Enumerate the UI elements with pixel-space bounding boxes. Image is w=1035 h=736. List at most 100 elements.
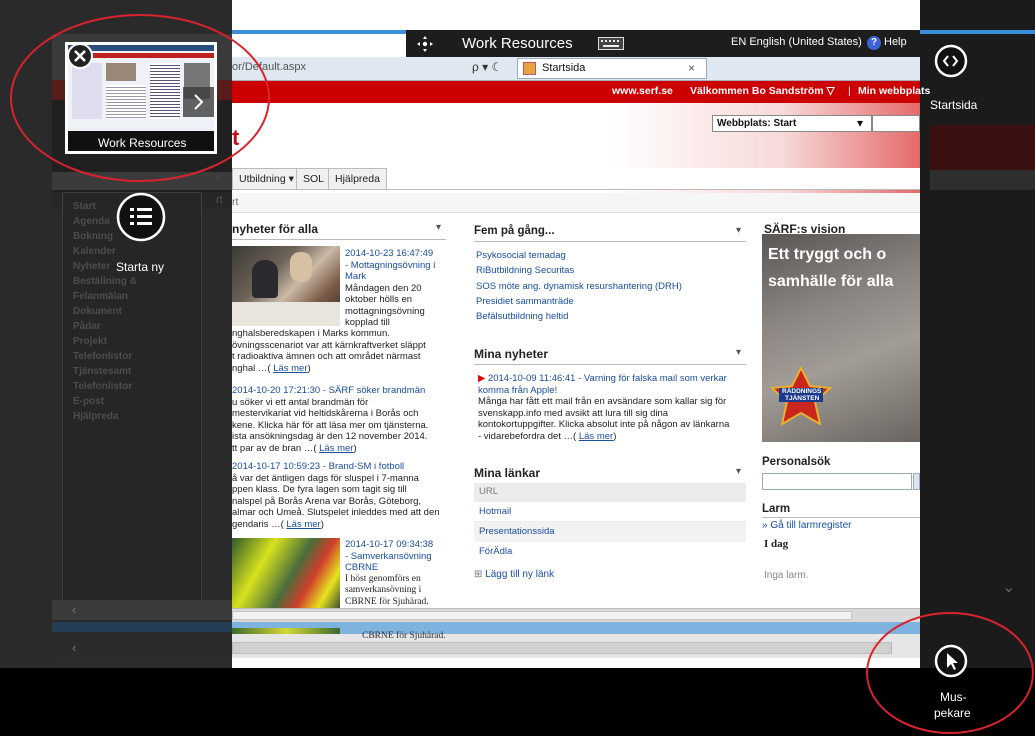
separator: | bbox=[848, 85, 851, 97]
news-item-4-link[interactable]: 2014-10-17 09:34:38- Samverkansövning CBR… bbox=[345, 539, 449, 574]
welcome-menu[interactable]: Välkommen Bo Sandström ▽ bbox=[690, 85, 835, 97]
annotation-ring-bottom-right bbox=[866, 612, 1034, 734]
nav-tab-sol[interactable]: SOL bbox=[296, 168, 332, 190]
larm-title: Larm bbox=[762, 503, 920, 518]
fem-header: Fem på gång... ▾ bbox=[474, 222, 746, 242]
list-icon[interactable] bbox=[116, 192, 166, 242]
remote-bar-right: EN English (United States) ? Help bbox=[634, 30, 920, 57]
search-dropdown-icon[interactable]: ρ ▾ ☾ bbox=[472, 60, 502, 74]
fem-link-1[interactable]: Psykosocial temadag bbox=[476, 248, 746, 263]
news-photo-1 bbox=[232, 246, 340, 326]
flag-icon: ▶ bbox=[478, 373, 486, 384]
news-item-1-cont: nghalsberedskapen i Marks kommun. övnings… bbox=[232, 328, 426, 374]
fem-list: Psykosocial temadag RiButbildning Securi… bbox=[476, 248, 746, 324]
larm-register-link[interactable]: » Gå till larmregister bbox=[762, 520, 851, 531]
news-item-2-link[interactable]: 2014-10-20 17:21:30 - SÄRF söker brandmä… bbox=[232, 385, 446, 397]
person-search-title: Personalsök bbox=[762, 456, 831, 468]
read-more-link-1[interactable]: Läs mer bbox=[273, 363, 307, 374]
mina-nyheter-menu-icon[interactable]: ▾ bbox=[736, 347, 741, 358]
raddningstjansten-logo: RÄDDNINGS TJÄNSTEN bbox=[770, 366, 832, 428]
mina-lankar-title: Mina länkar bbox=[474, 466, 541, 480]
breadcrumb-row: rt bbox=[232, 193, 920, 213]
top-nav: ▾ Utbildning ▾ SOL Hjälpreda bbox=[216, 168, 920, 190]
annotation-ring-top-left bbox=[10, 14, 270, 182]
bg-scroll-left-icon-2[interactable]: ‹ bbox=[72, 640, 76, 655]
vision-line-2: samhälle för alla bbox=[768, 273, 894, 290]
mina-nyheter-item: ▶ 2014-10-09 11:46:41 - Varning för fals… bbox=[478, 373, 748, 443]
fem-menu-icon[interactable]: ▾ bbox=[736, 225, 741, 236]
remote-bar: Work Resources bbox=[406, 30, 634, 57]
fem-link-5[interactable]: Befälsutbildning heltid bbox=[476, 309, 746, 324]
bg-scroll-left-icon[interactable]: ‹ bbox=[72, 602, 76, 617]
news-item-1-link[interactable]: 2014-10-23 16:47:49- Mottagningsövning i… bbox=[345, 248, 449, 283]
bottom-strip bbox=[232, 622, 920, 634]
close-tab-icon[interactable]: × bbox=[688, 61, 695, 75]
news-item-3-link[interactable]: 2014-10-17 10:59:23 - Brand-SM i fotboll bbox=[232, 461, 446, 473]
vision-image: Ett tryggt och o samhälle för alla RÄDDN… bbox=[762, 234, 920, 442]
chevron-down-icon: ▾ bbox=[857, 116, 864, 130]
link-row-3[interactable]: FörÄdla bbox=[474, 542, 746, 562]
help-icon[interactable]: ? bbox=[867, 36, 881, 50]
bg-right-red bbox=[930, 125, 1035, 170]
news-item-2: 2014-10-20 17:21:30 - SÄRF söker brandmä… bbox=[232, 385, 446, 454]
site-select[interactable]: Webbplats: Start ▾ bbox=[712, 115, 872, 132]
remote-bar-title: Work Resources bbox=[462, 35, 573, 52]
link-row-1[interactable]: Hotmail bbox=[474, 502, 746, 522]
fem-link-4[interactable]: Presidiet sammanträde bbox=[476, 294, 746, 309]
fem-link-3[interactable]: SOS möte ang. dynamisk resurshantering (… bbox=[476, 279, 746, 294]
bg-bottom-bar: ‹ bbox=[52, 632, 232, 662]
back-icon[interactable] bbox=[934, 44, 968, 78]
news-item-1-body: Måndagen den 20 oktober hölls en mottagnin… bbox=[345, 282, 425, 329]
startsida-label[interactable]: Startsida bbox=[930, 98, 977, 112]
site-topbar: www.serf.se Välkommen Bo Sandström ▽ | M… bbox=[232, 81, 930, 103]
news-all-title: nyheter för alla bbox=[232, 222, 319, 236]
vision-line-1: Ett tryggt och o bbox=[768, 246, 887, 263]
bg-bottom-text: CBRNE för Sjuhärad. bbox=[362, 631, 446, 641]
bg-hscroll[interactable]: ‹ bbox=[52, 600, 232, 620]
bg-breadcrumb: rt bbox=[216, 194, 223, 206]
read-more-link-2[interactable]: Läs mer bbox=[319, 443, 353, 454]
mina-lankar-menu-icon[interactable]: ▾ bbox=[736, 466, 741, 477]
news-all-menu-icon[interactable]: ▾ bbox=[436, 222, 441, 233]
fem-title: Fem på gång... bbox=[474, 225, 555, 237]
starta-ny-label[interactable]: Starta ny bbox=[116, 260, 164, 274]
serf-link[interactable]: www.serf.se bbox=[612, 85, 673, 97]
mina-nyheter-title: Mina nyheter bbox=[474, 347, 549, 361]
mina-lankar-header: Mina länkar ▾ bbox=[474, 463, 746, 484]
mina-nyheter-link[interactable]: ▶ 2014-10-09 11:46:41 - Varning för fals… bbox=[478, 373, 748, 396]
news-all-header: nyheter för alla ▾ bbox=[232, 220, 446, 240]
search-icon[interactable] bbox=[913, 473, 920, 490]
larm-none: Inga larm. bbox=[764, 570, 809, 581]
remote-desktop-screen: { "remote_bar": {"title":"Work Resources… bbox=[0, 0, 1035, 736]
nav-tab-utbildning[interactable]: Utbildning ▾ bbox=[232, 168, 301, 190]
mina-nyheter-header: Mina nyheter ▾ bbox=[474, 344, 746, 365]
my-site-link[interactable]: Min webbplats bbox=[858, 85, 930, 97]
link-row-2[interactable]: Presentationssida bbox=[474, 522, 746, 542]
scroll-thumb[interactable] bbox=[232, 611, 852, 620]
horizontal-scrollbar[interactable] bbox=[232, 608, 920, 622]
chevron-down-icon[interactable]: ⌄ bbox=[1002, 577, 1032, 597]
fem-link-2[interactable]: RiButbildning Securitas bbox=[476, 263, 746, 278]
status-row: CBRNE för Sjuhärad. bbox=[232, 631, 920, 658]
language-indicator[interactable]: EN English (United States) bbox=[731, 36, 862, 48]
breadcrumb[interactable]: rt bbox=[232, 196, 238, 208]
keyboard-icon[interactable] bbox=[598, 37, 624, 50]
read-more-link-4[interactable]: Läs mer bbox=[579, 431, 613, 442]
read-more-link-3[interactable]: Läs mer bbox=[286, 519, 320, 530]
person-search-input[interactable] bbox=[762, 473, 912, 490]
help-link[interactable]: Help bbox=[884, 36, 907, 48]
news-photo-2 bbox=[232, 538, 340, 608]
news-item-3: 2014-10-17 10:59:23 - Brand-SM i fotboll… bbox=[232, 461, 446, 530]
larm-today: I dag bbox=[764, 538, 789, 550]
move-icon[interactable] bbox=[416, 35, 434, 53]
news-item-1: 2014-10-23 16:47:49- Mottagningsövning i… bbox=[345, 248, 449, 329]
bg-quicklaunch: Start Agenda Bokning Kalender Nyheter Beställ… bbox=[62, 192, 202, 602]
site-search-input[interactable] bbox=[872, 115, 920, 132]
mina-lankar-col-header: URL bbox=[474, 483, 746, 502]
tab-startsida[interactable]: Startsida × bbox=[517, 58, 707, 79]
tab-favicon-icon bbox=[523, 62, 536, 75]
nav-tab-hjalpreda[interactable]: Hjälpreda bbox=[328, 168, 387, 190]
add-icon: ⊞ bbox=[474, 569, 483, 580]
bg-strip-blue bbox=[52, 622, 232, 632]
add-link[interactable]: ⊞ Lägg till ny länk bbox=[474, 569, 554, 580]
